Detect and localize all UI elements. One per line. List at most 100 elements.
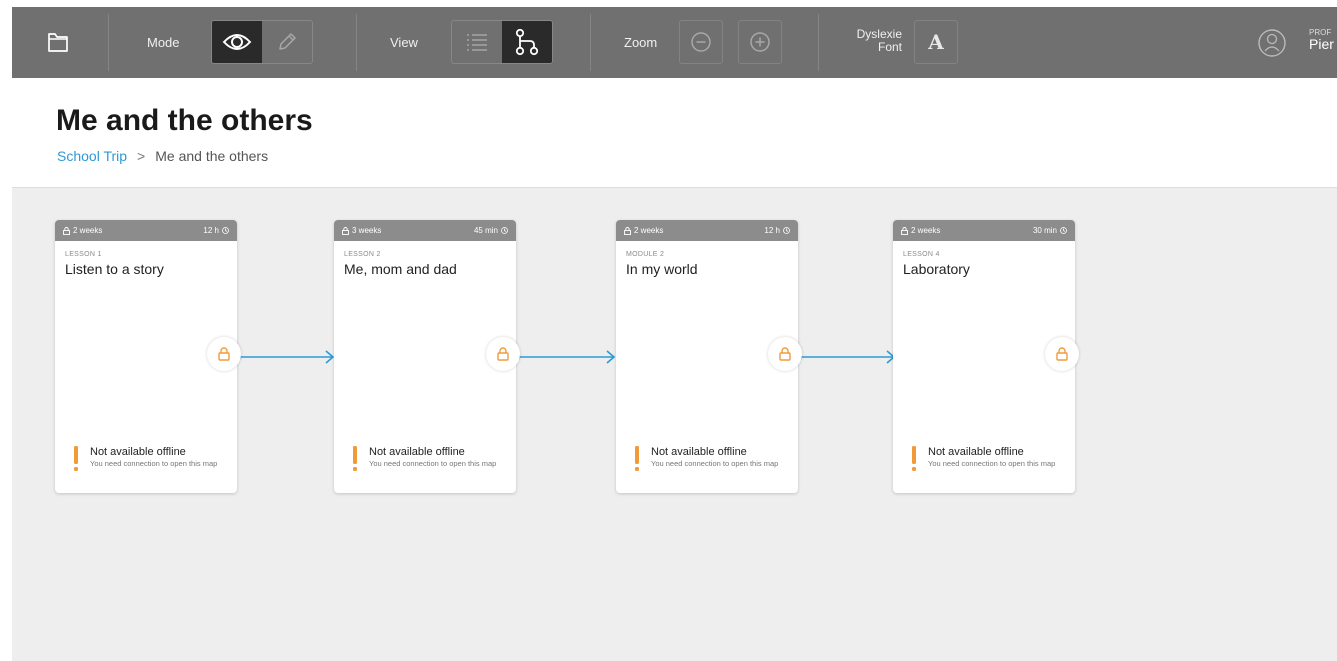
card-title: Me, mom and dad xyxy=(344,261,457,277)
lock-icon xyxy=(1056,347,1068,361)
zoom-out-button[interactable] xyxy=(679,20,723,64)
list-view-button[interactable] xyxy=(452,21,502,63)
warning-icon xyxy=(353,446,357,471)
card-meta-bar: 2 weeks 12 h xyxy=(616,220,798,241)
breadcrumb-root-link[interactable]: School Trip xyxy=(57,148,127,164)
offline-warning-title: Not available offline xyxy=(90,446,186,458)
edit-mode-button[interactable] xyxy=(262,21,312,63)
profile-info[interactable]: PROF Pier xyxy=(1309,28,1334,52)
profile-avatar[interactable] xyxy=(1256,27,1288,59)
lock-small-icon xyxy=(342,226,349,235)
card-duration-text: 2 weeks xyxy=(911,226,941,235)
card-title: Laboratory xyxy=(903,261,970,277)
card-duration: 2 weeks xyxy=(63,226,102,235)
clock-icon xyxy=(783,227,790,234)
map-card[interactable]: 3 weeks 45 min LESSON 2 Me, mom and dad … xyxy=(334,220,520,493)
zoom-label: Zoom xyxy=(624,35,658,50)
pencil-icon xyxy=(279,33,296,50)
font-a-icon: A xyxy=(928,30,944,54)
lock-small-icon xyxy=(63,226,70,235)
breadcrumb: School Trip > Me and the others xyxy=(57,148,268,164)
lock-badge xyxy=(768,337,802,371)
card-time-text: 12 h xyxy=(203,226,219,235)
zoom-in-button[interactable] xyxy=(738,20,782,64)
card-duration: 2 weeks xyxy=(901,226,940,235)
card-kicker: MODULE 2 xyxy=(626,251,665,258)
clock-icon xyxy=(501,227,508,234)
toolbar-divider xyxy=(590,14,591,71)
map-card[interactable]: 2 weeks 12 h MODULE 2 In my world Not av… xyxy=(616,220,802,493)
card-duration-text: 2 weeks xyxy=(634,226,664,235)
offline-warning-title: Not available offline xyxy=(651,446,747,458)
folder-button[interactable] xyxy=(38,25,78,59)
lock-badge xyxy=(1045,337,1079,371)
toolbar-divider xyxy=(818,14,819,71)
folder-icon xyxy=(48,33,68,52)
connector-arrow xyxy=(512,350,616,364)
warning-icon xyxy=(912,446,916,471)
toolbar: Mode View Zoom Dyslexie Font A PROF Pier xyxy=(12,7,1337,78)
flow-map-icon xyxy=(515,28,539,56)
mode-label: Mode xyxy=(147,35,180,50)
clock-icon xyxy=(1060,227,1067,234)
card-meta-bar: 2 weeks 30 min xyxy=(893,220,1075,241)
profile-name: Pier xyxy=(1309,36,1334,52)
card-meta-bar: 3 weeks 45 min xyxy=(334,220,516,241)
card-duration: 2 weeks xyxy=(624,226,663,235)
connector-arrow xyxy=(794,350,896,364)
card-time-text: 45 min xyxy=(473,226,498,235)
list-icon xyxy=(467,34,487,51)
lock-icon xyxy=(218,347,230,361)
lock-badge xyxy=(486,337,520,371)
toolbar-divider xyxy=(356,14,357,71)
card-time: 30 min xyxy=(1033,226,1067,235)
zoom-in-icon xyxy=(750,32,770,52)
card-title: Listen to a story xyxy=(65,261,164,277)
offline-warning-text: You need connection to open this map xyxy=(369,459,497,468)
breadcrumb-separator: > xyxy=(137,148,146,164)
warning-icon xyxy=(635,446,639,471)
offline-warning-title: Not available offline xyxy=(928,446,1024,458)
card-duration-text: 2 weeks xyxy=(73,226,103,235)
map-card[interactable]: 2 weeks 30 min LESSON 4 Laboratory Not a… xyxy=(893,220,1079,493)
card-title: In my world xyxy=(626,261,698,277)
card-time: 12 h xyxy=(203,226,229,235)
page-header: Me and the others School Trip > Me and the… xyxy=(12,78,1337,188)
lock-badge xyxy=(207,337,241,371)
clock-icon xyxy=(222,227,229,234)
card-time-text: 30 min xyxy=(1032,226,1057,235)
user-avatar-icon xyxy=(1258,29,1286,57)
zoom-out-icon xyxy=(691,32,711,52)
card-time: 45 min xyxy=(474,226,508,235)
view-mode-button[interactable] xyxy=(212,21,262,63)
connector-arrow xyxy=(233,350,335,364)
card-kicker: LESSON 4 xyxy=(903,251,940,258)
toolbar-divider xyxy=(108,14,109,71)
lock-icon xyxy=(497,347,509,361)
offline-warning-text: You need connection to open this map xyxy=(90,459,218,468)
lock-icon xyxy=(779,347,791,361)
card-kicker: LESSON 1 xyxy=(65,251,102,258)
offline-warning-text: You need connection to open this map xyxy=(928,459,1056,468)
breadcrumb-current: Me and the others xyxy=(155,148,269,164)
lock-small-icon xyxy=(901,226,908,235)
offline-warning-title: Not available offline xyxy=(369,446,465,458)
card-kicker: LESSON 2 xyxy=(344,251,381,258)
map-card[interactable]: 2 weeks 12 h LESSON 1 Listen to a story … xyxy=(55,220,241,493)
offline-warning-text: You need connection to open this map xyxy=(651,459,779,468)
view-label: View xyxy=(390,35,418,50)
card-time: 12 h xyxy=(764,226,790,235)
dyslexie-font-button[interactable]: A xyxy=(914,20,958,64)
card-time-text: 12 h xyxy=(764,226,780,235)
page-title: Me and the others xyxy=(56,104,313,137)
eye-icon xyxy=(222,34,252,50)
card-duration: 3 weeks xyxy=(342,226,381,235)
app-frame: Mode View Zoom Dyslexie Font A PROF Pier… xyxy=(12,7,1337,661)
dyslexie-font-label: Dyslexie Font xyxy=(838,28,902,54)
card-duration-text: 3 weeks xyxy=(352,226,382,235)
warning-icon xyxy=(74,446,78,471)
card-meta-bar: 2 weeks 12 h xyxy=(55,220,237,241)
map-view-button[interactable] xyxy=(502,21,552,63)
view-toggle xyxy=(451,20,553,64)
lock-small-icon xyxy=(624,226,631,235)
